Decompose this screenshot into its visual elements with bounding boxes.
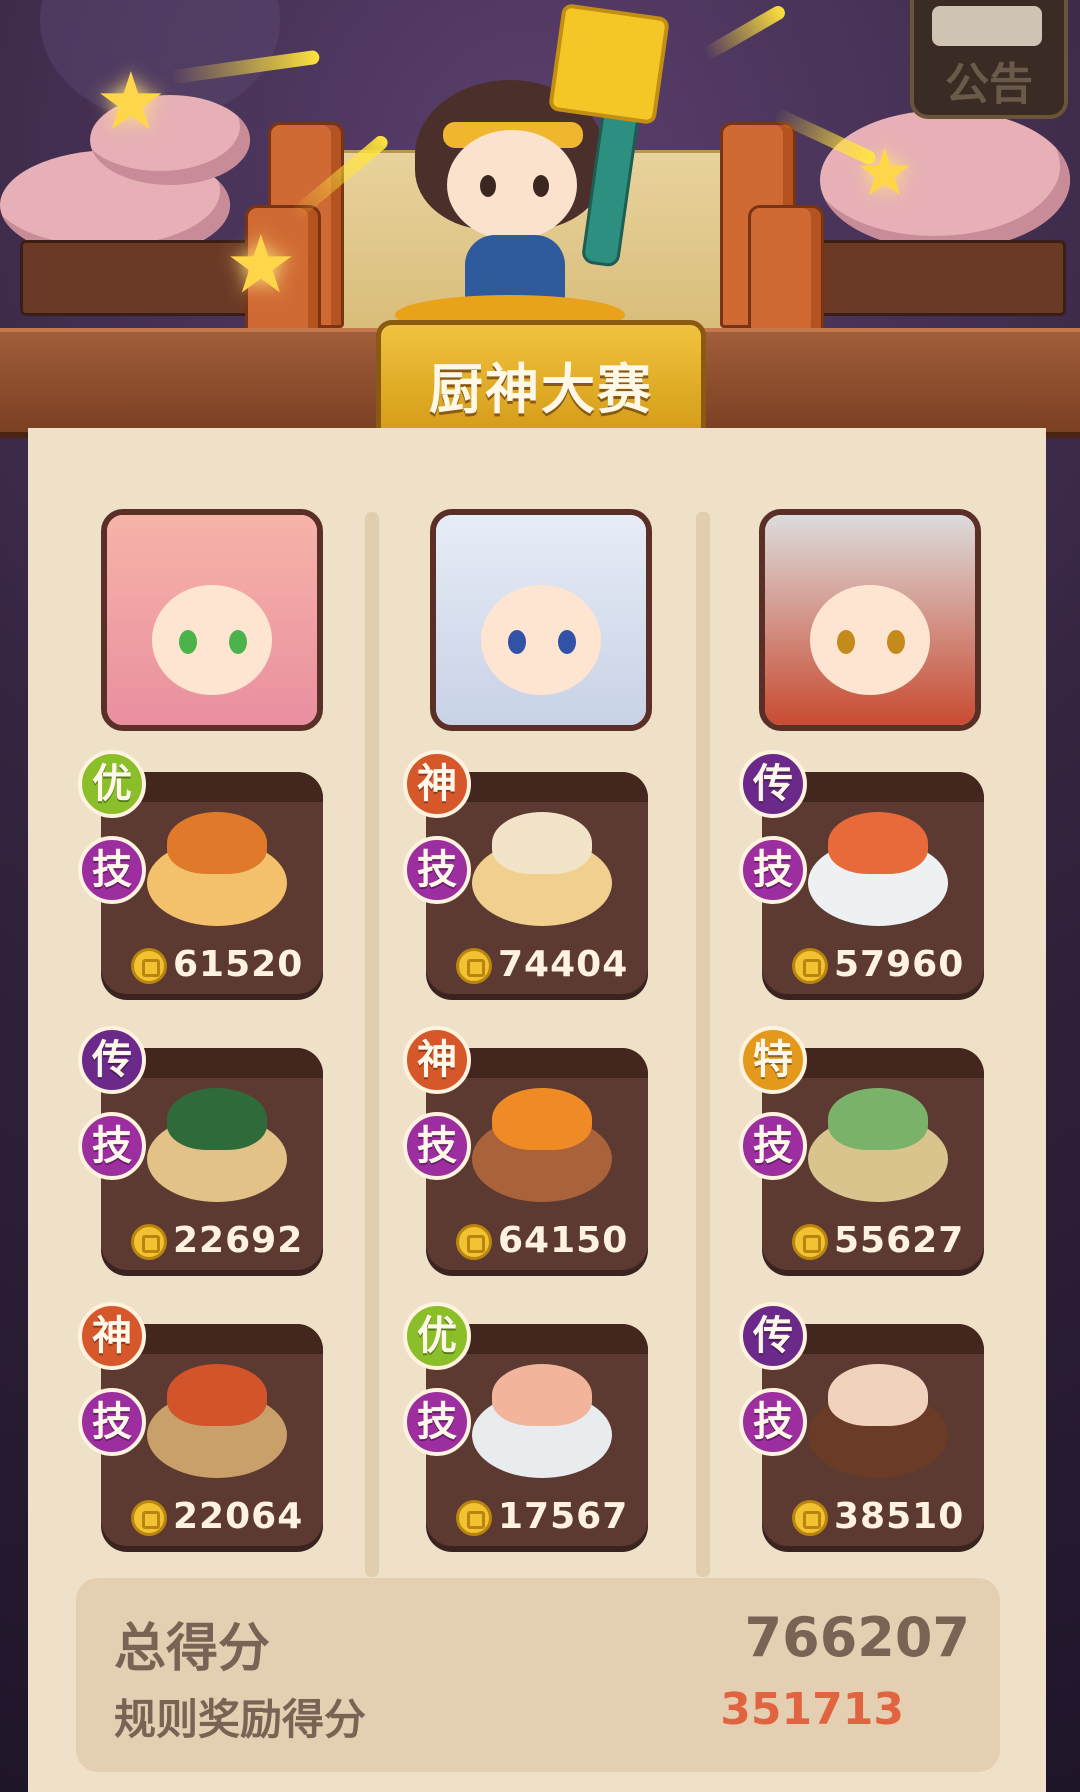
star-icon: ★ <box>855 134 915 211</box>
dish-score: 64150 <box>498 1220 629 1261</box>
grade-badge: 特 <box>739 1026 807 1094</box>
coin-icon <box>456 1224 492 1260</box>
coin-icon <box>456 1500 492 1536</box>
column-divider <box>365 512 379 1577</box>
coin-icon <box>792 1500 828 1536</box>
grade-badge: 神 <box>403 1026 471 1094</box>
star-icon: ★ <box>95 55 167 148</box>
skill-badge: 技 <box>739 1112 807 1180</box>
total-score-value: 766207 <box>744 1606 970 1669</box>
score-summary: 总得分 766207 规则奖励得分 351713 <box>76 1578 1000 1772</box>
skill-badge: 技 <box>403 1388 471 1456</box>
golden-spatula-icon <box>548 3 670 125</box>
notice-button[interactable]: 公告 <box>910 0 1068 119</box>
column-divider <box>696 512 710 1577</box>
coin-icon <box>131 1224 167 1260</box>
dish-score: 74404 <box>498 944 629 985</box>
skill-badge: 技 <box>78 1388 146 1456</box>
bonus-score-label: 规则奖励得分 <box>114 1695 367 1744</box>
page-title: 厨神大赛 <box>429 358 653 421</box>
dish-score: 61520 <box>173 944 304 985</box>
coin-icon <box>792 1224 828 1260</box>
coin-icon <box>131 1500 167 1536</box>
pillar <box>748 205 824 331</box>
dish-score: 55627 <box>834 1220 965 1261</box>
total-score-label: 总得分 <box>114 1619 271 1679</box>
skill-badge: 技 <box>78 1112 146 1180</box>
grade-badge: 传 <box>739 1302 807 1370</box>
skill-badge: 技 <box>739 836 807 904</box>
grade-badge: 传 <box>78 1026 146 1094</box>
dish-score: 38510 <box>834 1496 965 1537</box>
dish-score: 57960 <box>834 944 965 985</box>
notice-icon <box>932 6 1042 46</box>
skill-badge: 技 <box>78 836 146 904</box>
grade-badge: 优 <box>403 1302 471 1370</box>
title-plate: 厨神大赛 <box>376 320 706 442</box>
coin-icon <box>131 948 167 984</box>
coin-icon <box>792 948 828 984</box>
chef-portrait-1[interactable] <box>101 509 323 731</box>
chef-portrait-3[interactable] <box>759 509 981 731</box>
grade-badge: 神 <box>403 750 471 818</box>
dish-score: 17567 <box>498 1496 629 1537</box>
skill-badge: 技 <box>739 1388 807 1456</box>
bonus-score-value: 351713 <box>720 1684 904 1735</box>
grade-badge: 传 <box>739 750 807 818</box>
skill-badge: 技 <box>403 1112 471 1180</box>
skill-badge: 技 <box>403 836 471 904</box>
coin-icon <box>456 948 492 984</box>
grade-badge: 优 <box>78 750 146 818</box>
grade-badge: 神 <box>78 1302 146 1370</box>
star-icon: ★ <box>225 218 297 311</box>
dish-score: 22692 <box>173 1220 304 1261</box>
dish-score: 22064 <box>173 1496 304 1537</box>
notice-label: 公告 <box>945 59 1033 110</box>
chef-portrait-2[interactable] <box>430 509 652 731</box>
